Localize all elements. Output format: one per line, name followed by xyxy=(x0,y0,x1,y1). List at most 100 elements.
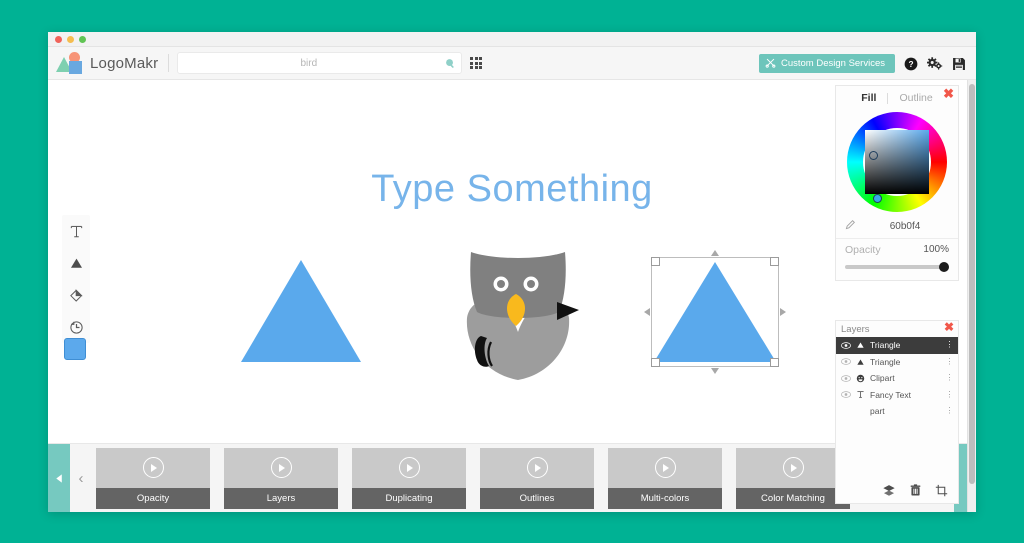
tutorial-card[interactable]: Layers xyxy=(224,447,338,509)
tutorial-card[interactable]: Color Matching xyxy=(736,447,850,509)
header-divider xyxy=(168,54,170,72)
text-icon xyxy=(855,390,866,399)
fill-tool-icon[interactable] xyxy=(66,285,86,305)
hue-selector-handle[interactable] xyxy=(873,194,882,203)
close-icon[interactable]: ✖ xyxy=(944,320,954,334)
layer-menu-icon[interactable]: ⋮ xyxy=(945,406,954,415)
play-icon[interactable] xyxy=(398,457,420,478)
layers-panel-title: Layers xyxy=(841,323,870,335)
eye-icon[interactable] xyxy=(840,375,851,382)
play-icon[interactable] xyxy=(782,457,804,478)
save-icon[interactable] xyxy=(952,57,966,71)
app-header: LogoMakr Custom Des xyxy=(48,47,976,80)
tutorial-label: Duplicating xyxy=(352,487,466,509)
layer-menu-icon[interactable]: ⋮ xyxy=(945,340,954,349)
history-tool-icon[interactable] xyxy=(66,317,86,337)
tutorial-card[interactable]: Multi-colors xyxy=(608,447,722,509)
flip-handle-right[interactable] xyxy=(780,308,786,316)
eye-icon[interactable] xyxy=(840,391,851,398)
search-bar[interactable] xyxy=(177,52,463,74)
tab-fill[interactable]: Fill xyxy=(850,92,887,104)
help-icon[interactable]: ? xyxy=(904,57,918,71)
tab-outline[interactable]: Outline xyxy=(888,92,943,104)
eye-icon[interactable] xyxy=(840,342,851,349)
grid-icon[interactable] xyxy=(470,57,483,69)
gears-icon[interactable] xyxy=(927,56,943,71)
tutorial-thumbnail xyxy=(96,448,210,488)
crop-icon[interactable] xyxy=(935,484,948,497)
canvas-triangle-left[interactable] xyxy=(241,260,361,362)
tutorial-card[interactable]: Duplicating xyxy=(352,447,466,509)
play-icon[interactable] xyxy=(270,457,292,478)
window-minimize-button[interactable] xyxy=(67,35,74,43)
opacity-value[interactable]: 100% xyxy=(923,244,949,255)
eye-icon[interactable] xyxy=(840,358,851,365)
triangle-icon xyxy=(855,341,866,349)
flip-handle-bottom[interactable] xyxy=(711,368,719,374)
layer-menu-icon[interactable]: ⋮ xyxy=(945,357,954,366)
tutorial-thumbnail xyxy=(352,448,466,488)
layer-row[interactable]: Fancy Text ⋮ xyxy=(836,387,958,404)
hex-value-row: 60b0f4 xyxy=(836,216,958,234)
layer-row[interactable]: Triangle ⋮ xyxy=(836,337,958,354)
resize-handle-bottom-left[interactable] xyxy=(651,358,660,367)
logomakr-logo-icon[interactable] xyxy=(56,52,86,74)
app-window: LogoMakr Custom Des xyxy=(48,32,976,512)
sv-selector-handle[interactable] xyxy=(869,151,878,160)
close-icon[interactable]: ✖ xyxy=(943,87,954,100)
canvas-owl-clipart[interactable] xyxy=(453,246,583,381)
layer-row[interactable]: Clipart ⋮ xyxy=(836,370,958,387)
play-icon[interactable] xyxy=(142,457,164,478)
trash-icon[interactable] xyxy=(909,483,922,497)
custom-design-services-button[interactable]: Custom Design Services xyxy=(758,54,895,73)
tutorial-prev-button[interactable]: ‹ xyxy=(70,470,92,487)
opacity-label: Opacity xyxy=(845,243,881,256)
play-icon[interactable] xyxy=(526,457,548,478)
tutorial-thumbnail xyxy=(736,448,850,488)
opacity-slider-track[interactable] xyxy=(845,265,949,269)
layers-panel: Layers ✖ Triangle ⋮ Triangle ⋮ Clipart ⋮… xyxy=(835,320,959,504)
canvas-selected-shape[interactable] xyxy=(644,250,786,374)
layer-row[interactable]: part ⋮ xyxy=(836,403,958,420)
play-icon[interactable] xyxy=(654,457,676,478)
saturation-value-square[interactable] xyxy=(865,130,929,194)
window-maximize-button[interactable] xyxy=(79,35,86,43)
layer-menu-icon[interactable]: ⋮ xyxy=(945,373,954,382)
layer-name: part xyxy=(870,406,885,417)
scissors-icon xyxy=(765,57,776,71)
layer-menu-icon[interactable]: ⋮ xyxy=(945,390,954,399)
layer-row[interactable]: Triangle ⋮ xyxy=(836,354,958,371)
flip-handle-top[interactable] xyxy=(711,250,719,256)
window-scrollbar[interactable] xyxy=(967,80,976,512)
left-toolbar xyxy=(62,215,90,343)
clipart-icon xyxy=(855,374,866,383)
tutorial-card[interactable]: Opacity xyxy=(96,447,210,509)
resize-handle-bottom-right[interactable] xyxy=(770,358,779,367)
opacity-slider-knob[interactable] xyxy=(939,262,949,272)
tutorial-thumbnail xyxy=(480,448,594,488)
hex-value[interactable]: 60b0f4 xyxy=(860,221,950,232)
color-wheel[interactable] xyxy=(847,112,947,212)
layer-name: Triangle xyxy=(870,356,901,367)
text-tool-icon[interactable] xyxy=(66,221,86,241)
flip-handle-left[interactable] xyxy=(644,308,650,316)
tutorial-collapse-button[interactable] xyxy=(48,443,70,512)
layers-stack-icon[interactable] xyxy=(882,484,896,497)
layer-name: Triangle xyxy=(870,340,901,351)
window-close-button[interactable] xyxy=(55,35,62,43)
header-actions: Custom Design Services ? xyxy=(758,47,966,80)
eyedropper-icon[interactable] xyxy=(844,219,860,234)
triangle-icon xyxy=(855,358,866,366)
search-icon[interactable] xyxy=(439,58,461,69)
opacity-row: Opacity 100% xyxy=(836,238,958,258)
shapes-tool-icon[interactable] xyxy=(66,253,86,273)
opacity-slider[interactable] xyxy=(845,262,949,272)
resize-handle-top-left[interactable] xyxy=(651,257,660,266)
svg-text:?: ? xyxy=(908,59,913,69)
resize-handle-top-right[interactable] xyxy=(770,257,779,266)
layer-name: Fancy Text xyxy=(870,389,911,400)
active-color-swatch[interactable] xyxy=(64,338,86,360)
window-scrollbar-thumb[interactable] xyxy=(969,84,975,484)
search-input[interactable] xyxy=(178,57,440,69)
tutorial-card[interactable]: Outlines xyxy=(480,447,594,509)
